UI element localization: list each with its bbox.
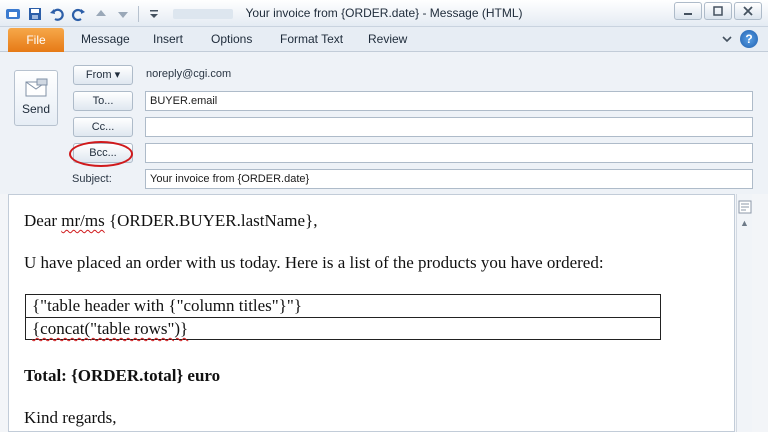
- window-title: Your invoice from {ORDER.date} - Message…: [245, 6, 523, 20]
- cc-field[interactable]: [145, 117, 753, 137]
- bcc-highlight-circle: [69, 141, 133, 167]
- bcc-field[interactable]: [145, 143, 753, 163]
- title-bar: Your invoice from {ORDER.date} - Message…: [0, 0, 768, 27]
- from-label: From: [85, 69, 112, 81]
- greeting-prefix: Dear: [24, 211, 62, 230]
- close-button[interactable]: [734, 2, 762, 20]
- tab-review[interactable]: Review: [368, 32, 407, 46]
- tab-file[interactable]: File: [8, 28, 64, 52]
- cc-button[interactable]: Cc...: [73, 117, 133, 137]
- to-button[interactable]: To...: [73, 91, 133, 111]
- vertical-scrollbar[interactable]: ▲: [736, 194, 752, 432]
- to-field[interactable]: BUYER.email: [145, 91, 753, 111]
- window-controls: [674, 2, 762, 20]
- send-label: Send: [21, 102, 51, 116]
- from-address: noreply@cgi.com: [146, 68, 232, 80]
- collapse-ribbon-icon[interactable]: [722, 34, 732, 44]
- closing-line: Kind regards,: [24, 408, 117, 427]
- tab-insert[interactable]: Insert: [153, 32, 183, 46]
- tab-message[interactable]: Message: [81, 32, 130, 46]
- intro-line: U have placed an order with us today. He…: [24, 253, 604, 272]
- maximize-button[interactable]: [704, 2, 732, 20]
- tab-options[interactable]: Options: [211, 32, 252, 46]
- ribbon-tabs: File Message Insert Options Format Text …: [0, 27, 768, 52]
- table-rows-text: {concat("table rows")}: [32, 319, 189, 338]
- total-line: Total: {ORDER.total} euro: [24, 366, 220, 386]
- products-table: {"table header with {"column titles"}"} …: [25, 294, 661, 340]
- total-unit: euro: [183, 366, 221, 385]
- greeting-mr-ms: mr/ms: [61, 211, 105, 230]
- table-rows-row: {concat("table rows")}: [26, 317, 660, 339]
- tab-format-text[interactable]: Format Text: [280, 32, 343, 46]
- ruler-icon[interactable]: [738, 200, 752, 214]
- subject-label: Subject:: [72, 173, 112, 185]
- from-button[interactable]: From ▾: [73, 65, 133, 85]
- total-label: Total:: [24, 366, 72, 385]
- greeting-suffix: {ORDER.BUYER.lastName},: [104, 211, 318, 230]
- chevron-down-icon: ▾: [114, 69, 121, 81]
- greeting-line: Dear mr/ms {ORDER.BUYER.lastName},: [24, 211, 317, 231]
- total-value: {ORDER.total}: [71, 366, 184, 385]
- table-header-row: {"table header with {"column titles"}"}: [32, 296, 302, 315]
- ribbon-right-controls: ?: [722, 30, 758, 48]
- minimize-button[interactable]: [674, 2, 702, 20]
- scroll-up-arrow[interactable]: ▲: [738, 218, 752, 232]
- send-button[interactable]: Send: [14, 70, 58, 126]
- send-envelope-icon: [25, 78, 48, 97]
- help-icon[interactable]: ?: [740, 30, 758, 48]
- subject-field[interactable]: Your invoice from {ORDER.date}: [145, 169, 753, 189]
